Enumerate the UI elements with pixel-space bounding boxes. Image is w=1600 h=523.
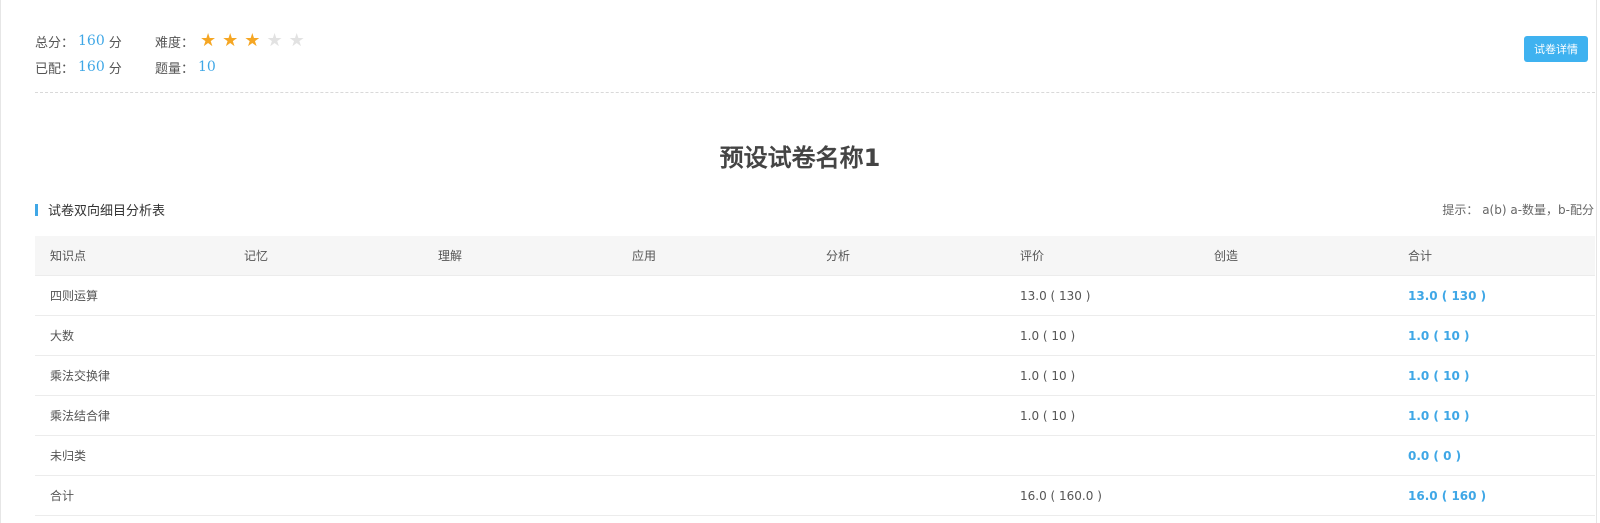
question-count-label: 题量：	[155, 61, 195, 77]
difficulty-stars: ★ ★ ★ ★ ★	[200, 32, 305, 50]
column-header: 合计	[1408, 249, 1433, 263]
table-body: 四则运算 13.0 ( 130 ) 13.0 ( 130 ) 大数 1.0 ( 10 )…	[35, 276, 1595, 516]
column-header: 评价	[1020, 249, 1045, 263]
knowledge-point-cell: 四则运算	[50, 289, 99, 303]
summary-row-2: 已配： 160 分 题量： 10	[35, 54, 305, 80]
total-cell: 1.0 ( 10 )	[1408, 328, 1470, 343]
table-row: 未归类 0.0 ( 0 )	[35, 436, 1595, 476]
hint-text: 提示： a(b) a-数量，b-配分	[1442, 203, 1594, 217]
total-score-unit: 分	[108, 35, 122, 51]
total-cell: 13.0 ( 130 )	[1408, 288, 1487, 303]
total-cell: 1.0 ( 10 )	[1408, 368, 1470, 383]
table-row: 四则运算 13.0 ( 130 ) 13.0 ( 130 )	[35, 276, 1595, 316]
star-filled-icon: ★	[222, 30, 239, 51]
total-cell: 16.0 ( 160 )	[1408, 488, 1487, 503]
total-cell: 1.0 ( 10 )	[1408, 408, 1470, 423]
table-row: 大数 1.0 ( 10 ) 1.0 ( 10 )	[35, 316, 1595, 356]
star-empty-icon: ★	[266, 30, 283, 51]
table-cell: 1.0 ( 10 )	[1020, 328, 1076, 343]
table-row: 乘法交换律 1.0 ( 10 ) 1.0 ( 10 )	[35, 356, 1595, 396]
dashed-divider	[35, 92, 1595, 93]
right-border	[1596, 0, 1597, 523]
section-marker-bar	[35, 203, 38, 216]
analysis-table: 知识点 记忆 理解 应用 分析 评价 创造 合计 四则运算 13.0 ( 130 ) 13.0 (…	[35, 236, 1595, 516]
section-title: 试卷双向细目分析表	[48, 204, 166, 219]
column-header: 应用	[632, 249, 657, 263]
question-count: 题量： 10	[155, 58, 220, 77]
paper-detail-button[interactable]: 试卷详情	[1524, 36, 1588, 62]
star-empty-icon: ★	[288, 30, 305, 51]
table-cell: 13.0 ( 130 )	[1020, 288, 1091, 303]
assigned-score: 已配： 160 分	[35, 58, 155, 77]
total-score: 总分： 160 分	[35, 32, 155, 51]
assigned-score-label: 已配：	[35, 61, 75, 77]
table-cell: 1.0 ( 10 )	[1020, 408, 1076, 423]
difficulty: 难度： ★ ★ ★ ★ ★	[155, 32, 305, 51]
question-count-value: 10	[198, 59, 216, 75]
total-score-label: 总分：	[35, 35, 75, 51]
column-header: 创造	[1214, 249, 1239, 263]
knowledge-point-cell: 未归类	[50, 449, 87, 463]
paper-summary: 总分： 160 分 难度： ★ ★ ★ ★ ★ 已配： 160 分 题量： 10	[35, 28, 305, 80]
section-heading: 试卷双向细目分析表	[35, 200, 165, 219]
table-row: 乘法结合律 1.0 ( 10 ) 1.0 ( 10 )	[35, 396, 1595, 436]
assigned-score-value: 160	[78, 59, 105, 75]
star-filled-icon: ★	[244, 30, 261, 51]
left-border	[0, 0, 1, 523]
column-header: 知识点	[50, 249, 87, 263]
knowledge-point-cell: 合计	[50, 489, 75, 503]
table-row: 合计 16.0 ( 160.0 ) 16.0 ( 160 )	[35, 476, 1595, 516]
star-filled-icon: ★	[200, 30, 217, 51]
knowledge-point-cell: 乘法交换律	[50, 369, 111, 383]
difficulty-label: 难度：	[155, 35, 195, 51]
column-header: 记忆	[244, 249, 269, 263]
column-header: 分析	[826, 249, 851, 263]
table-cell: 16.0 ( 160.0 )	[1020, 488, 1102, 503]
knowledge-point-cell: 大数	[50, 329, 75, 343]
total-score-value: 160	[78, 33, 105, 49]
table-header: 知识点 记忆 理解 应用 分析 评价 创造 合计	[35, 236, 1595, 276]
summary-row-1: 总分： 160 分 难度： ★ ★ ★ ★ ★	[35, 28, 305, 54]
total-cell: 0.0 ( 0 )	[1408, 448, 1462, 463]
paper-title: 预设试卷名称1	[719, 144, 881, 172]
table-cell: 1.0 ( 10 )	[1020, 368, 1076, 383]
column-header: 理解	[438, 249, 463, 263]
assigned-score-unit: 分	[108, 61, 122, 77]
knowledge-point-cell: 乘法结合律	[50, 409, 111, 423]
